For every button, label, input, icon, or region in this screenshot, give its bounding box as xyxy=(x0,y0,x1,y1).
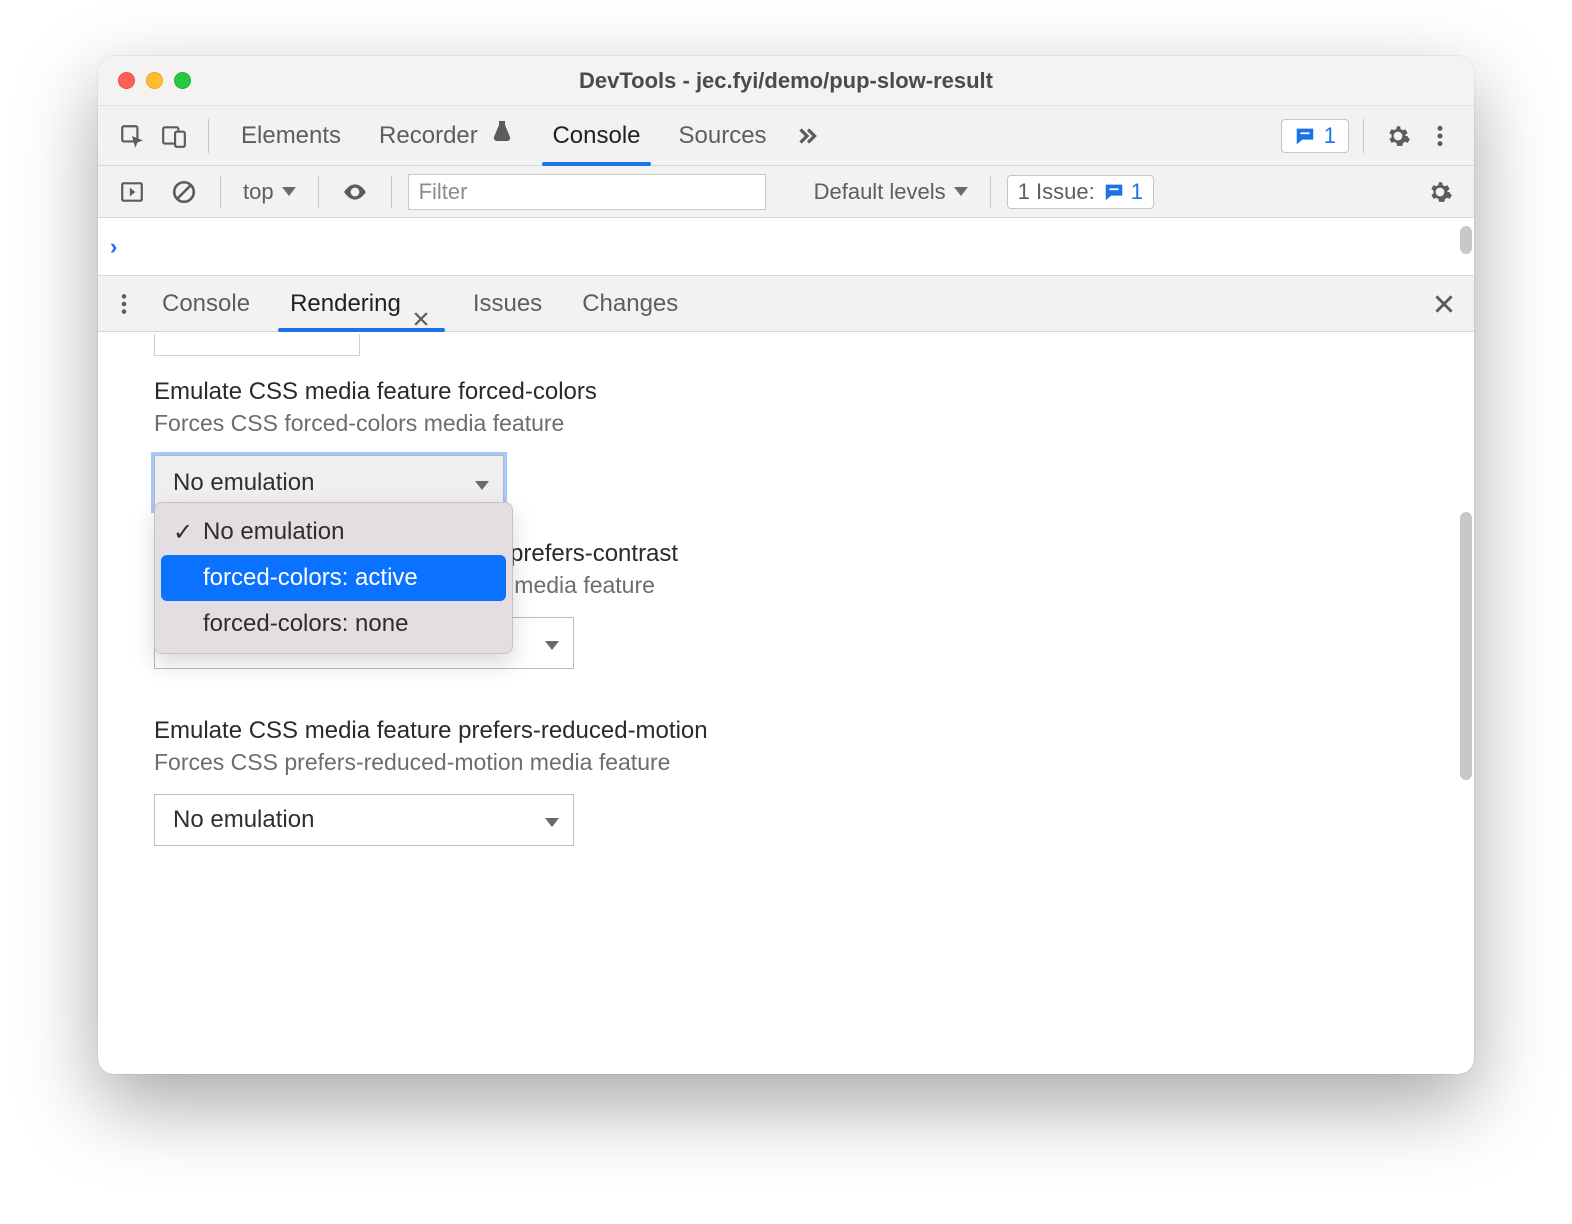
tab-recorder[interactable]: Recorder xyxy=(361,106,532,166)
setting-title: Emulate CSS media feature prefers-reduce… xyxy=(154,717,1474,745)
option-label: No emulation xyxy=(203,518,344,546)
setting-forced-colors: Emulate CSS media feature forced-colors … xyxy=(154,378,1474,510)
chevron-down-icon xyxy=(471,469,489,497)
cropped-select[interactable] xyxy=(154,334,360,356)
separator xyxy=(220,176,221,208)
issues-label: 1 Issue: xyxy=(1018,179,1095,205)
levels-label: Default levels xyxy=(814,179,946,205)
prefers-reduced-motion-select[interactable]: No emulation xyxy=(154,794,574,846)
drawer-tab-rendering-label: Rendering xyxy=(290,276,401,332)
drawer-tab-changes[interactable]: Changes xyxy=(564,276,696,332)
chevron-down-icon xyxy=(954,187,968,196)
chevron-down-icon xyxy=(541,629,559,657)
console-settings-gear-icon[interactable] xyxy=(1420,172,1460,212)
select-value: No emulation xyxy=(173,469,314,497)
separator xyxy=(391,176,392,208)
drawer-tabstrip: Console Rendering Issues Changes xyxy=(98,276,1474,332)
drawer-tab-issues[interactable]: Issues xyxy=(455,276,560,332)
scrollbar-thumb[interactable] xyxy=(1460,226,1472,254)
drawer-tab-rendering[interactable]: Rendering xyxy=(272,276,451,332)
log-levels-selector[interactable]: Default levels xyxy=(808,179,974,205)
option-label: forced-colors: active xyxy=(203,564,418,592)
messages-count: 1 xyxy=(1324,123,1336,149)
execution-context-selector[interactable]: top xyxy=(237,179,302,205)
separator xyxy=(1363,119,1364,153)
setting-desc: Forces CSS forced-colors media feature xyxy=(154,410,1474,437)
device-toggle-icon[interactable] xyxy=(154,116,194,156)
option-label: forced-colors: none xyxy=(203,610,408,638)
live-expression-eye-icon[interactable] xyxy=(335,172,375,212)
desc-tail: st media feature xyxy=(490,572,655,598)
rendering-panel: Emulate CSS media feature forced-colors … xyxy=(98,332,1474,1074)
inspect-element-icon[interactable] xyxy=(112,116,152,156)
check-icon: ✓ xyxy=(173,518,193,547)
messages-badge[interactable]: 1 xyxy=(1281,119,1349,153)
toggle-sidebar-icon[interactable] xyxy=(112,172,152,212)
setting-desc: Forces CSS prefers-reduced-motion media … xyxy=(154,749,1474,776)
dropdown-option-active[interactable]: forced-colors: active xyxy=(161,555,506,601)
drawer-tab-console[interactable]: Console xyxy=(144,276,268,332)
console-prompt[interactable]: › xyxy=(98,218,1474,276)
message-icon xyxy=(1103,181,1125,203)
context-label: top xyxy=(243,179,274,205)
flask-icon xyxy=(490,106,514,130)
more-tabs-chevron-icon[interactable] xyxy=(787,116,827,156)
issues-pill[interactable]: 1 Issue: 1 xyxy=(1007,175,1154,209)
setting-title: Emulate CSS media feature forced-colors xyxy=(154,378,1474,406)
close-tab-icon[interactable] xyxy=(409,292,433,316)
filter-input[interactable] xyxy=(408,174,766,210)
kebab-menu-icon[interactable] xyxy=(1420,116,1460,156)
dropdown-option-no-emulation[interactable]: ✓ No emulation xyxy=(161,509,506,555)
window-title: DevTools - jec.fyi/demo/pup-slow-result xyxy=(98,68,1474,94)
message-icon xyxy=(1294,125,1316,147)
chevron-down-icon xyxy=(282,187,296,196)
select-value: No emulation xyxy=(173,806,314,834)
settings-gear-icon[interactable] xyxy=(1378,116,1418,156)
separator xyxy=(208,119,209,153)
tab-sources[interactable]: Sources xyxy=(661,106,785,166)
tab-console[interactable]: Console xyxy=(534,106,658,166)
close-drawer-icon[interactable] xyxy=(1424,284,1464,324)
chevron-down-icon xyxy=(541,806,559,834)
tab-elements[interactable]: Elements xyxy=(223,106,359,166)
separator xyxy=(318,176,319,208)
devtools-window: DevTools - jec.fyi/demo/pup-slow-result … xyxy=(98,56,1474,1074)
drawer-kebab-icon[interactable] xyxy=(108,284,140,324)
setting-prefers-reduced-motion: Emulate CSS media feature prefers-reduce… xyxy=(154,717,1474,846)
main-toolbar: Elements Recorder Console Sources 1 xyxy=(98,106,1474,166)
tab-recorder-label: Recorder xyxy=(379,122,478,149)
separator xyxy=(990,176,991,208)
titlebar: DevTools - jec.fyi/demo/pup-slow-result xyxy=(98,56,1474,106)
console-toolbar: top Default levels 1 Issue: xyxy=(98,166,1474,218)
dropdown-option-none[interactable]: forced-colors: none xyxy=(161,601,506,647)
issues-count: 1 xyxy=(1131,179,1143,205)
forced-colors-dropdown: ✓ No emulation forced-colors: active for… xyxy=(154,502,513,654)
clear-console-icon[interactable] xyxy=(164,172,204,212)
prompt-chevron-icon: › xyxy=(110,234,117,260)
title-tail: e prefers-contrast xyxy=(490,540,678,567)
